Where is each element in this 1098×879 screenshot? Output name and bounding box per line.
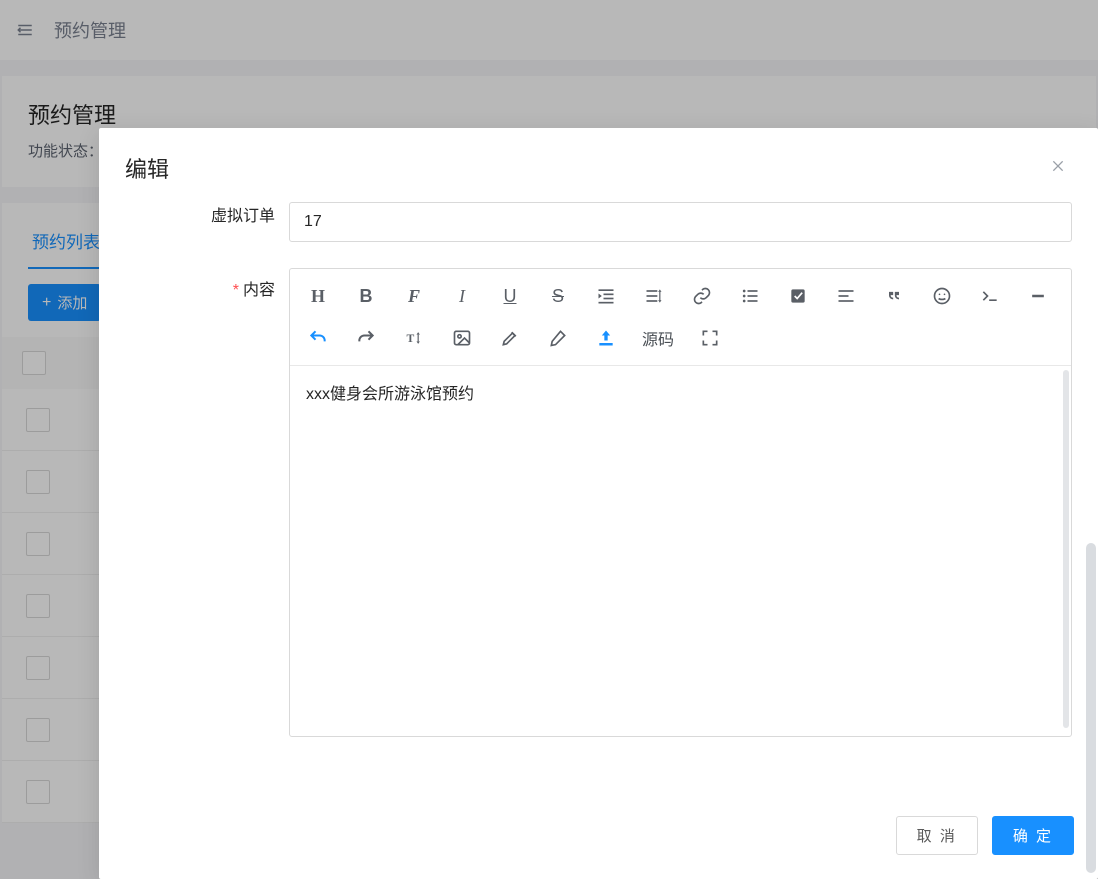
bold-icon[interactable]: B bbox=[344, 277, 388, 315]
align-icon[interactable] bbox=[824, 277, 868, 315]
todo-icon[interactable] bbox=[776, 277, 820, 315]
modal-footer: 取 消 确 定 bbox=[99, 798, 1098, 879]
modal-body: 虚拟订单 *内容 H B F I U S bbox=[99, 202, 1098, 798]
close-button[interactable] bbox=[1044, 152, 1072, 180]
ok-button[interactable]: 确 定 bbox=[992, 816, 1074, 855]
page-scrollbar[interactable] bbox=[1086, 543, 1096, 873]
content-label-text: 内容 bbox=[243, 282, 275, 299]
undo-icon[interactable] bbox=[296, 319, 340, 357]
svg-text:T: T bbox=[407, 332, 415, 345]
minus-icon[interactable] bbox=[1016, 277, 1060, 315]
font-size-icon[interactable]: T bbox=[392, 319, 436, 357]
underline-icon[interactable]: U bbox=[488, 277, 532, 315]
quote-icon[interactable] bbox=[872, 277, 916, 315]
editor-scrollbar[interactable] bbox=[1063, 370, 1069, 728]
brush-icon[interactable] bbox=[536, 319, 580, 357]
italic-icon[interactable]: I bbox=[440, 277, 484, 315]
highlighter-icon[interactable] bbox=[488, 319, 532, 357]
close-icon bbox=[1050, 158, 1066, 174]
virtual-order-input[interactable] bbox=[289, 202, 1072, 242]
editor-toolbar: H B F I U S bbox=[290, 269, 1071, 366]
required-mark: * bbox=[233, 282, 239, 299]
editor-text: xxx健身会所游泳馆预约 bbox=[306, 386, 474, 403]
fullscreen-icon[interactable] bbox=[688, 319, 732, 357]
emoji-icon[interactable] bbox=[920, 277, 964, 315]
source-code-button[interactable]: 源码 bbox=[632, 319, 684, 357]
virtual-order-label: 虚拟订单 bbox=[125, 202, 289, 226]
line-height-icon[interactable] bbox=[632, 277, 676, 315]
rich-text-editor: H B F I U S bbox=[289, 268, 1072, 737]
list-icon[interactable] bbox=[728, 277, 772, 315]
indent-icon[interactable] bbox=[584, 277, 628, 315]
image-icon[interactable] bbox=[440, 319, 484, 357]
edit-modal: 编辑 虚拟订单 *内容 H B bbox=[99, 128, 1098, 879]
field-virtual-order: 虚拟订单 bbox=[125, 202, 1072, 242]
content-label: *内容 bbox=[125, 268, 289, 300]
terminal-icon[interactable] bbox=[968, 277, 1012, 315]
modal-title: 编辑 bbox=[125, 152, 169, 184]
editor-content-area[interactable]: xxx健身会所游泳馆预约 bbox=[290, 366, 1071, 736]
strikethrough-icon[interactable]: S bbox=[536, 277, 580, 315]
modal-header: 编辑 bbox=[99, 128, 1098, 202]
redo-icon[interactable] bbox=[344, 319, 388, 357]
heading-icon[interactable]: H bbox=[296, 277, 340, 315]
field-content: *内容 H B F I U S bbox=[125, 268, 1072, 737]
link-icon[interactable] bbox=[680, 277, 724, 315]
upload-icon[interactable] bbox=[584, 319, 628, 357]
font-icon[interactable]: F bbox=[392, 277, 436, 315]
cancel-button[interactable]: 取 消 bbox=[896, 816, 978, 855]
